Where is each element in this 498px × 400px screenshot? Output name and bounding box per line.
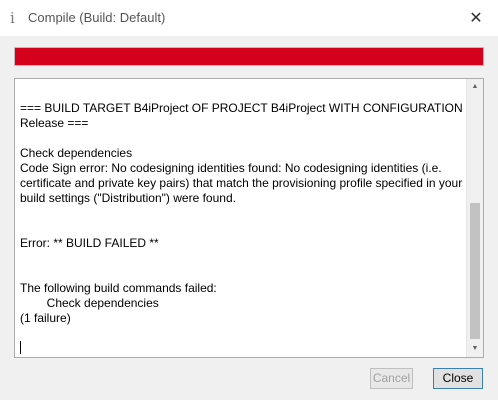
log-text: === BUILD TARGET B4iProject OF PROJECT B… bbox=[20, 101, 463, 325]
title-bar: i Compile (Build: Default) ✕ bbox=[0, 0, 498, 36]
close-button[interactable]: Close bbox=[433, 368, 483, 389]
window-title: Compile (Build: Default) bbox=[28, 10, 166, 25]
scroll-up-icon[interactable]: ▲ bbox=[467, 79, 483, 95]
progress-bar bbox=[14, 47, 484, 66]
info-icon: i bbox=[10, 9, 15, 27]
cancel-button[interactable]: Cancel bbox=[370, 368, 413, 389]
scroll-down-icon[interactable]: ▼ bbox=[467, 341, 483, 357]
close-icon[interactable]: ✕ bbox=[462, 4, 490, 32]
progress-fill bbox=[15, 48, 483, 65]
text-caret bbox=[20, 341, 21, 354]
scroll-thumb[interactable] bbox=[470, 203, 480, 339]
build-log[interactable]: === BUILD TARGET B4iProject OF PROJECT B… bbox=[14, 78, 484, 358]
vertical-scrollbar[interactable]: ▲ ▼ bbox=[466, 79, 483, 357]
